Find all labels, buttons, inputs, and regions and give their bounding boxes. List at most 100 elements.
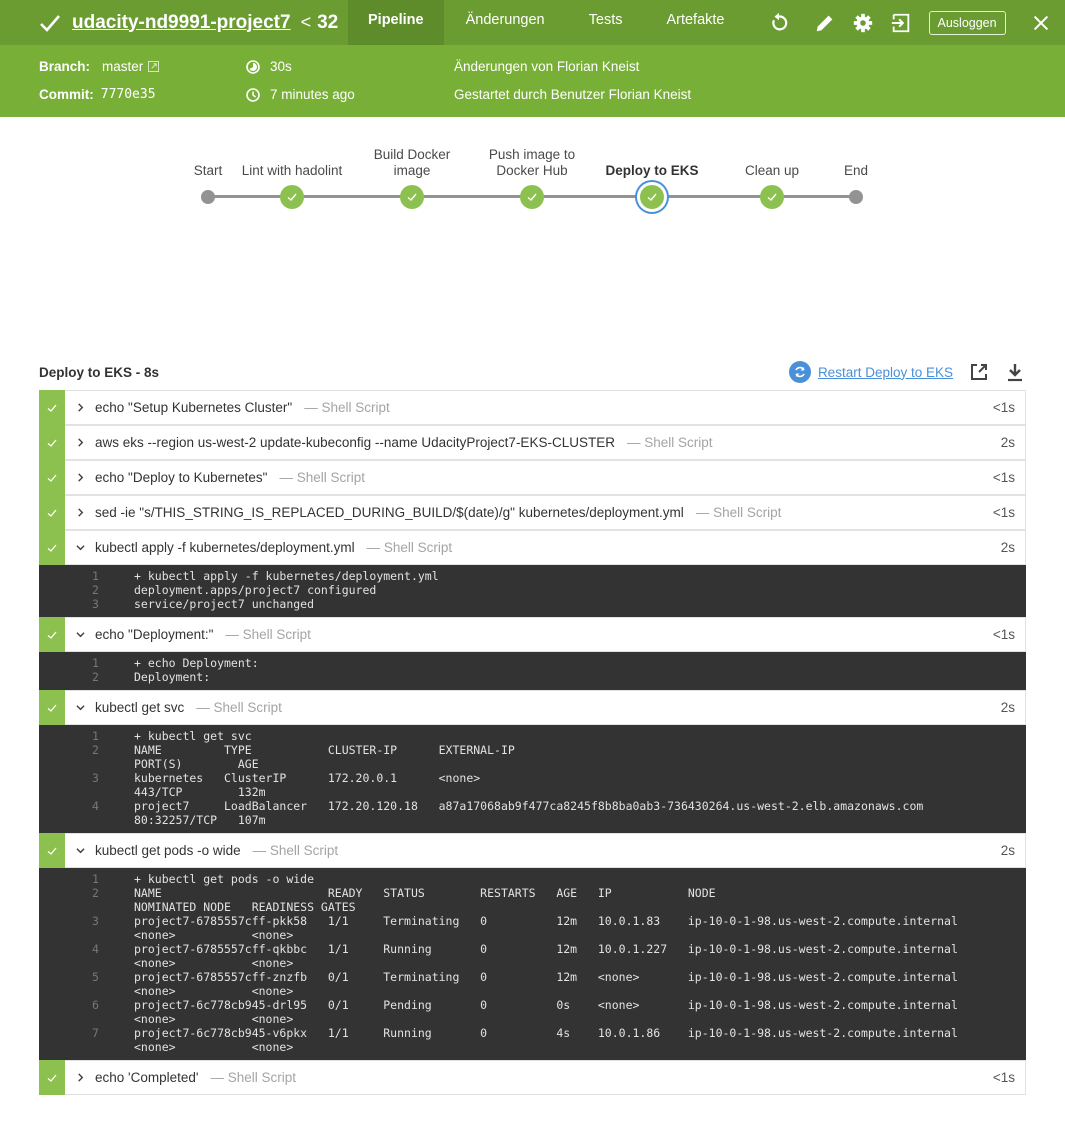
log-line-number[interactable]: 3 xyxy=(39,597,134,611)
log-line: 2 NAME TYPE CLUSTER-IP EXTERNAL-IP xyxy=(39,743,1026,757)
exit-button[interactable] xyxy=(887,9,915,37)
step-command: aws eks --region us-west-2 update-kubeco… xyxy=(95,435,615,450)
step-status-success xyxy=(39,425,65,460)
stage-success-node[interactable] xyxy=(760,185,784,209)
log-line-number[interactable]: 2 xyxy=(39,670,134,684)
stage-endpoint-node[interactable] xyxy=(849,190,863,204)
stage-label[interactable]: Start xyxy=(194,163,223,179)
step-type: — Shell Script xyxy=(366,540,453,555)
stage-label-line: Deploy to EKS xyxy=(605,163,699,178)
log-line-number[interactable]: 3 xyxy=(39,914,134,928)
log-line-number[interactable] xyxy=(39,956,134,970)
log-line: <none> <none> xyxy=(39,984,1026,998)
stage-label[interactable]: Build Docker image xyxy=(374,147,451,179)
stage-endpoint-node[interactable] xyxy=(201,190,215,204)
tab-tests[interactable]: Tests xyxy=(567,0,645,45)
step-row[interactable]: echo "Deployment:" — Shell Script <1s xyxy=(39,617,1026,652)
check-icon xyxy=(47,509,57,517)
log-line: 3 project7-6785557cff-pkk58 1/1 Terminati… xyxy=(39,914,1026,928)
step-row[interactable]: kubectl apply -f kubernetes/deployment.y… xyxy=(39,530,1026,565)
log-line: 6 project7-6c778cb945-drl95 0/1 Pending 0… xyxy=(39,998,1026,1012)
settings-button[interactable] xyxy=(849,9,877,37)
log-line-number[interactable]: 4 xyxy=(39,942,134,956)
run-info-bar: Branch: master Commit: 7770e35 30s 7 min… xyxy=(0,45,1065,117)
step-row[interactable]: echo "Setup Kubernetes Cluster" — Shell S… xyxy=(39,390,1026,425)
log-line-number[interactable]: 2 xyxy=(39,583,134,597)
log-text: 80:32257/TCP 107m xyxy=(134,813,266,827)
expand-toggle[interactable] xyxy=(76,1073,88,1082)
branch-value[interactable]: master xyxy=(102,59,143,74)
log-line-number[interactable] xyxy=(39,1040,134,1054)
step-row[interactable]: kubectl get svc — Shell Script 2s xyxy=(39,690,1026,725)
log-line-number[interactable]: 2 xyxy=(39,743,134,757)
pipeline-title-link[interactable]: udacity-nd9991-project7 xyxy=(72,12,291,34)
tab-pipeline[interactable]: Pipeline xyxy=(348,0,444,45)
log-line-number[interactable] xyxy=(39,984,134,998)
log-line-number[interactable]: 3 xyxy=(39,771,134,785)
stage-label[interactable]: Push image to Docker Hub xyxy=(489,147,575,179)
log-line-number[interactable]: 4 xyxy=(39,799,134,813)
tab-artifacts[interactable]: Artefakte xyxy=(644,0,746,45)
log-line-number[interactable]: 1 xyxy=(39,729,134,743)
top-bar: udacity-nd9991-project7 < 32 Pipeline Än… xyxy=(0,0,1065,45)
expand-toggle[interactable] xyxy=(76,438,88,447)
stage-success-node[interactable] xyxy=(280,185,304,209)
top-actions: Ausloggen xyxy=(765,9,1052,37)
external-link-icon[interactable] xyxy=(148,61,160,72)
step-row[interactable]: aws eks --region us-west-2 update-kubeco… xyxy=(39,425,1026,460)
edit-button[interactable] xyxy=(811,9,839,37)
stage-success-node[interactable] xyxy=(520,185,544,209)
close-icon[interactable] xyxy=(1030,12,1052,34)
download-icon[interactable] xyxy=(1005,362,1025,382)
chevron-down-icon xyxy=(76,545,85,551)
steps-list: echo "Setup Kubernetes Cluster" — Shell S… xyxy=(39,390,1026,1095)
chevron-right-icon xyxy=(78,403,84,412)
expand-toggle[interactable] xyxy=(76,403,88,412)
log-line-number[interactable] xyxy=(39,813,134,827)
log-line-number[interactable] xyxy=(39,928,134,942)
log-line: 443/TCP 132m xyxy=(39,785,1026,799)
stage-label-line: Lint with hadolint xyxy=(241,163,343,178)
step-row[interactable]: echo "Deploy to Kubernetes" — Shell Scrip… xyxy=(39,460,1026,495)
log-line: 3 kubernetes ClusterIP 172.20.0.1 <none> xyxy=(39,771,1026,785)
log-line-number[interactable]: 6 xyxy=(39,998,134,1012)
log-text: + kubectl get svc xyxy=(134,729,252,743)
expand-toggle[interactable] xyxy=(76,508,88,517)
open-in-new-window-icon[interactable] xyxy=(969,362,989,382)
log-line-number[interactable] xyxy=(39,785,134,799)
restart-stage-button[interactable]: Restart Deploy to EKS xyxy=(788,361,953,383)
expand-toggle[interactable] xyxy=(76,703,88,712)
step-row[interactable]: sed -ie "s/THIS_STRING_IS_REPLACED_DURIN… xyxy=(39,495,1026,530)
log-line-number[interactable]: 1 xyxy=(39,569,134,583)
stage-success-node[interactable] xyxy=(400,185,424,209)
rerun-button[interactable] xyxy=(765,9,793,37)
log-line-number[interactable] xyxy=(39,1012,134,1026)
expand-toggle[interactable] xyxy=(76,473,88,482)
log-line-number[interactable]: 1 xyxy=(39,872,134,886)
log-line-number[interactable] xyxy=(39,757,134,771)
stage-label[interactable]: Lint with hadolint xyxy=(242,163,343,179)
log-text: <none> <none> xyxy=(134,984,294,998)
stage-label[interactable]: Clean up xyxy=(745,163,799,179)
stage-label[interactable]: Deploy to EKS xyxy=(605,163,698,179)
step-duration: <1s xyxy=(992,505,1015,520)
log-line-number[interactable]: 7 xyxy=(39,1026,134,1040)
step-row[interactable]: echo 'Completed' — Shell Script <1s xyxy=(39,1060,1026,1095)
log-line-number[interactable]: 2 xyxy=(39,886,134,900)
stage-success-node[interactable] xyxy=(640,185,664,209)
step-row[interactable]: kubectl get pods -o wide — Shell Script 2s xyxy=(39,833,1026,868)
tab-changes[interactable]: Änderungen xyxy=(444,0,567,45)
commit-hash[interactable]: 7770e35 xyxy=(101,87,156,102)
log-line: 4 project7-6785557cff-qkbbc 1/1 Running 0… xyxy=(39,942,1026,956)
expand-toggle[interactable] xyxy=(76,543,88,552)
log-line-number[interactable]: 1 xyxy=(39,656,134,670)
expand-toggle[interactable] xyxy=(76,630,88,639)
expand-toggle[interactable] xyxy=(76,846,88,855)
log-line-number[interactable] xyxy=(39,900,134,914)
log-text: + kubectl apply -f kubernetes/deployment… xyxy=(134,569,439,583)
restart-stage-link[interactable]: Restart Deploy to EKS xyxy=(818,365,953,380)
stage-label[interactable]: End xyxy=(844,163,868,179)
log-line-number[interactable]: 5 xyxy=(39,970,134,984)
logout-button[interactable]: Ausloggen xyxy=(928,10,1006,35)
stage-label-line: End xyxy=(843,163,869,178)
